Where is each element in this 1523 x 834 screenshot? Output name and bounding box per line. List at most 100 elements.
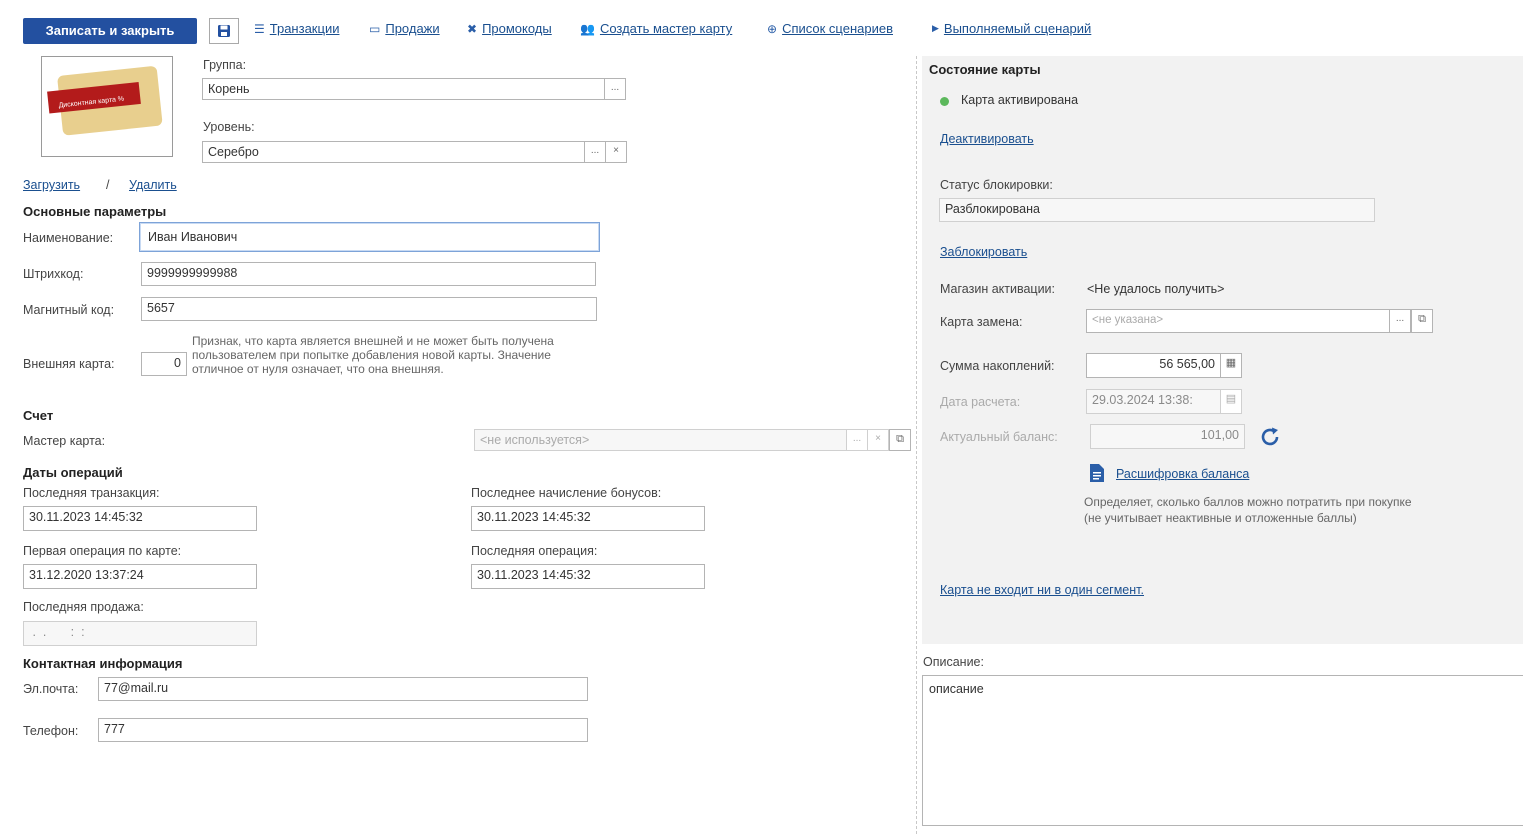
group-label: Группа: bbox=[203, 58, 247, 72]
group-select-button[interactable]: ... bbox=[604, 78, 626, 100]
load-image-link[interactable]: Загрузить bbox=[23, 178, 80, 192]
open-window-icon: ⧉ bbox=[1418, 313, 1426, 325]
save-button[interactable] bbox=[209, 18, 239, 44]
coupon-icon: ✖ bbox=[467, 21, 478, 36]
document-icon bbox=[1088, 463, 1106, 483]
barcode-input[interactable]: 9999999999988 bbox=[141, 262, 596, 286]
first-operation-field[interactable]: 31.12.2020 13:37:24 bbox=[23, 564, 257, 589]
balance-detail-link[interactable]: Расшифровка баланса bbox=[1116, 467, 1249, 481]
refresh-balance-button[interactable] bbox=[1258, 425, 1282, 449]
calculator-button[interactable]: ▦ bbox=[1220, 353, 1242, 378]
refresh-icon bbox=[1261, 427, 1279, 446]
external-card-input[interactable]: 0 bbox=[141, 352, 187, 376]
name-label: Наименование: bbox=[23, 231, 114, 245]
calendar-button: ▤ bbox=[1220, 389, 1242, 414]
calendar-icon: ▤ bbox=[1225, 393, 1237, 405]
account-title: Счет bbox=[23, 408, 54, 423]
magnet-input[interactable]: 5657 bbox=[141, 297, 597, 321]
activation-shop-label: Магазин активации: bbox=[940, 282, 1056, 296]
phone-input[interactable]: 777 bbox=[98, 718, 588, 742]
master-card-open-button[interactable]: ⧉ bbox=[889, 429, 911, 451]
level-select-button[interactable]: ... bbox=[584, 141, 606, 163]
last-transaction-field[interactable]: 30.11.2023 14:45:32 bbox=[23, 506, 257, 531]
master-card-clear-button[interactable]: × bbox=[867, 429, 889, 451]
list-icon: ☰ bbox=[254, 21, 265, 36]
users-icon: 👥 bbox=[580, 21, 595, 36]
link-separator: / bbox=[106, 178, 110, 192]
delete-image-link[interactable]: Удалить bbox=[129, 178, 177, 192]
card-state-title: Состояние карты bbox=[929, 62, 1041, 77]
create-master-card-link-label[interactable]: Создать мастер карту bbox=[600, 21, 732, 36]
last-transaction-label: Последняя транзакция: bbox=[23, 486, 160, 500]
last-bonus-field[interactable]: 30.11.2023 14:45:32 bbox=[471, 506, 705, 531]
promocodes-link-label[interactable]: Промокоды bbox=[482, 21, 552, 36]
segment-link[interactable]: Карта не входит ни в один сегмент. bbox=[940, 583, 1144, 597]
replace-card-label: Карта замена: bbox=[940, 315, 1023, 329]
last-operation-label: Последняя операция: bbox=[471, 544, 598, 558]
barcode-label: Штрихкод: bbox=[23, 267, 84, 281]
discount-card-picture: Дисконтная карта % bbox=[47, 66, 163, 136]
description-textarea[interactable]: описание bbox=[922, 675, 1523, 826]
scenarios-link-label[interactable]: Список сценариев bbox=[782, 21, 893, 36]
balance-field: 101,00 bbox=[1090, 424, 1245, 449]
external-card-label: Внешняя карта: bbox=[23, 357, 115, 371]
group-field[interactable]: Корень bbox=[202, 78, 606, 100]
replace-card-field[interactable]: <не указана> bbox=[1086, 309, 1390, 333]
scenarios-link[interactable]: ⊕ Список сценариев bbox=[767, 21, 893, 36]
deactivate-link[interactable]: Деактивировать bbox=[940, 132, 1034, 146]
calc-date-field: 29.03.2024 13:38: bbox=[1086, 389, 1221, 414]
save-close-label: Записать и закрыть bbox=[45, 23, 175, 38]
running-scenario-link-label[interactable]: Выполняемый сценарий bbox=[944, 21, 1091, 36]
email-label: Эл.почта: bbox=[23, 682, 79, 696]
dates-title: Даты операций bbox=[23, 465, 123, 480]
phone-label: Телефон: bbox=[23, 724, 79, 738]
master-card-label: Мастер карта: bbox=[23, 434, 106, 448]
last-bonus-label: Последнее начисление бонусов: bbox=[471, 486, 662, 500]
replace-card-select-button[interactable]: ... bbox=[1389, 309, 1411, 333]
email-input[interactable]: 77@mail.ru bbox=[98, 677, 588, 701]
level-label: Уровень: bbox=[203, 120, 255, 134]
master-card-select-button[interactable]: ... bbox=[846, 429, 868, 451]
floppy-icon bbox=[218, 25, 230, 37]
create-master-card-link[interactable]: 👥 Создать мастер карту bbox=[580, 21, 732, 36]
card-image[interactable]: Дисконтная карта % bbox=[41, 56, 173, 157]
block-status-field: Разблокирована bbox=[939, 198, 1375, 222]
name-input[interactable]: Иван Иванович bbox=[139, 222, 600, 252]
block-link[interactable]: Заблокировать bbox=[940, 245, 1027, 259]
contact-title: Контактная информация bbox=[23, 656, 183, 671]
calculator-icon: ▦ bbox=[1225, 357, 1237, 369]
sales-link[interactable]: ▭ Продажи bbox=[369, 21, 440, 36]
description-label: Описание: bbox=[923, 655, 984, 669]
play-icon: ▶ bbox=[932, 23, 939, 33]
calc-date-label: Дата расчета: bbox=[940, 395, 1021, 409]
open-window-icon: ⧉ bbox=[896, 433, 904, 445]
main-params-title: Основные параметры bbox=[23, 204, 167, 219]
transactions-link[interactable]: ☰ Транзакции bbox=[254, 21, 339, 36]
external-card-hint: Признак, что карта является внешней и не… bbox=[192, 334, 554, 376]
magnet-label: Магнитный код: bbox=[23, 303, 115, 317]
level-field[interactable]: Серебро bbox=[202, 141, 586, 163]
sales-link-label[interactable]: Продажи bbox=[385, 21, 439, 36]
column-divider bbox=[916, 56, 917, 834]
cash-icon: ▭ bbox=[369, 21, 381, 36]
first-operation-label: Первая операция по карте: bbox=[23, 544, 182, 558]
savings-sum-label: Сумма накоплений: bbox=[940, 359, 1055, 373]
master-card-field[interactable]: <не используется> bbox=[474, 429, 848, 451]
status-dot-icon bbox=[940, 97, 949, 106]
last-sale-label: Последняя продажа: bbox=[23, 600, 144, 614]
card-status-text: Карта активирована bbox=[961, 93, 1079, 107]
replace-card-open-button[interactable]: ⧉ bbox=[1411, 309, 1433, 333]
balance-label: Актуальный баланс: bbox=[940, 430, 1058, 444]
block-status-label: Статус блокировки: bbox=[940, 178, 1053, 192]
savings-sum-field[interactable]: 56 565,00 bbox=[1086, 353, 1221, 378]
last-operation-field[interactable]: 30.11.2023 14:45:32 bbox=[471, 564, 705, 589]
balance-hint: Определяет, сколько баллов можно потрати… bbox=[1084, 495, 1412, 525]
add-circle-icon: ⊕ bbox=[767, 21, 778, 36]
promocodes-link[interactable]: ✖ Промокоды bbox=[467, 21, 552, 36]
level-clear-button[interactable]: × bbox=[605, 141, 627, 163]
activation-shop-value: <Не удалось получить> bbox=[1087, 282, 1225, 296]
running-scenario-link[interactable]: ▶ Выполняемый сценарий bbox=[932, 21, 1091, 36]
save-close-button[interactable]: Записать и закрыть bbox=[23, 18, 197, 44]
transactions-link-label[interactable]: Транзакции bbox=[270, 21, 340, 36]
last-sale-field[interactable]: . . : : bbox=[23, 621, 257, 646]
